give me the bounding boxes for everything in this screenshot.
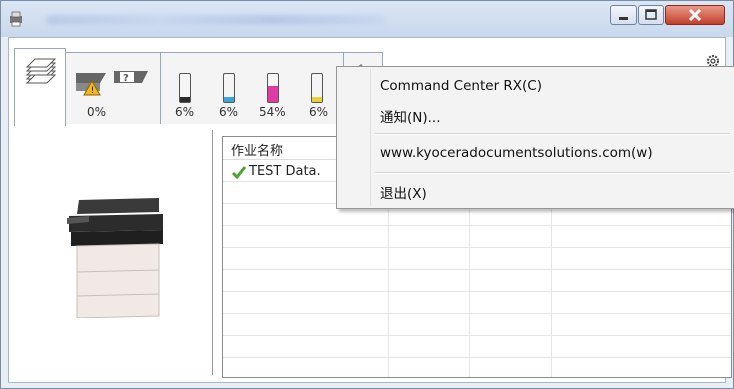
svg-text:?: ? (123, 73, 129, 84)
row-separator (223, 225, 731, 226)
window-title-blurred (46, 15, 386, 25)
check-icon (231, 166, 247, 180)
row-separator (223, 335, 731, 336)
toner-cyan-icon (223, 73, 235, 103)
printer-app-icon (10, 11, 22, 27)
maximize-button[interactable] (638, 5, 664, 25)
minimize-button[interactable] (610, 5, 637, 25)
device-status-value: 0% (87, 105, 107, 119)
printer-warning-icon: ! ? (76, 71, 148, 96)
pane-divider[interactable] (212, 130, 213, 375)
tab-toner-levels[interactable]: 6% 6% 54% 6% (160, 52, 344, 124)
menu-separator (375, 133, 730, 135)
status-monitor-window: ! ? 0% 6% 6% 54% 6% 作业名称 TEST Data. Comm… (0, 0, 734, 389)
close-button[interactable] (665, 5, 725, 25)
row-separator (223, 357, 731, 358)
menu-item-notification[interactable]: 通知(N)... (380, 106, 441, 126)
row-separator (223, 247, 731, 248)
job-row-name[interactable]: TEST Data. (249, 164, 321, 179)
toner-black-icon (179, 73, 191, 103)
menu-item-command-center[interactable]: Command Center RX(C) (380, 78, 542, 94)
toner-yellow-value: 6% (309, 105, 329, 119)
printer-illustration (67, 198, 163, 318)
row-separator (223, 269, 731, 270)
menu-separator (375, 172, 730, 174)
title-bar[interactable] (1, 1, 733, 37)
context-menu: Command Center RX(C) 通知(N)... www.kyocer… (336, 66, 734, 209)
menu-item-website[interactable]: www.kyoceradocumentsolutions.com(w) (380, 145, 653, 161)
paper-stack-icon (25, 58, 57, 84)
minimize-icon (619, 17, 628, 20)
row-separator (223, 291, 731, 292)
close-icon (688, 8, 702, 22)
toner-black-value: 6% (175, 105, 195, 119)
tab-device-status[interactable]: ! ? 0% (65, 52, 161, 124)
toner-cyan-value: 6% (219, 105, 239, 119)
svg-text:!: ! (91, 86, 95, 96)
toner-magenta-icon (267, 73, 279, 103)
toner-magenta-value: 54% (259, 105, 286, 119)
tab-job-list[interactable] (14, 48, 66, 126)
maximize-icon (645, 9, 657, 20)
column-header-job-name[interactable]: 作业名称 (231, 140, 283, 159)
menu-item-exit[interactable]: 退出(X) (380, 182, 427, 202)
menu-gutter (370, 69, 371, 206)
toner-yellow-icon (311, 73, 323, 103)
row-separator (223, 313, 731, 314)
